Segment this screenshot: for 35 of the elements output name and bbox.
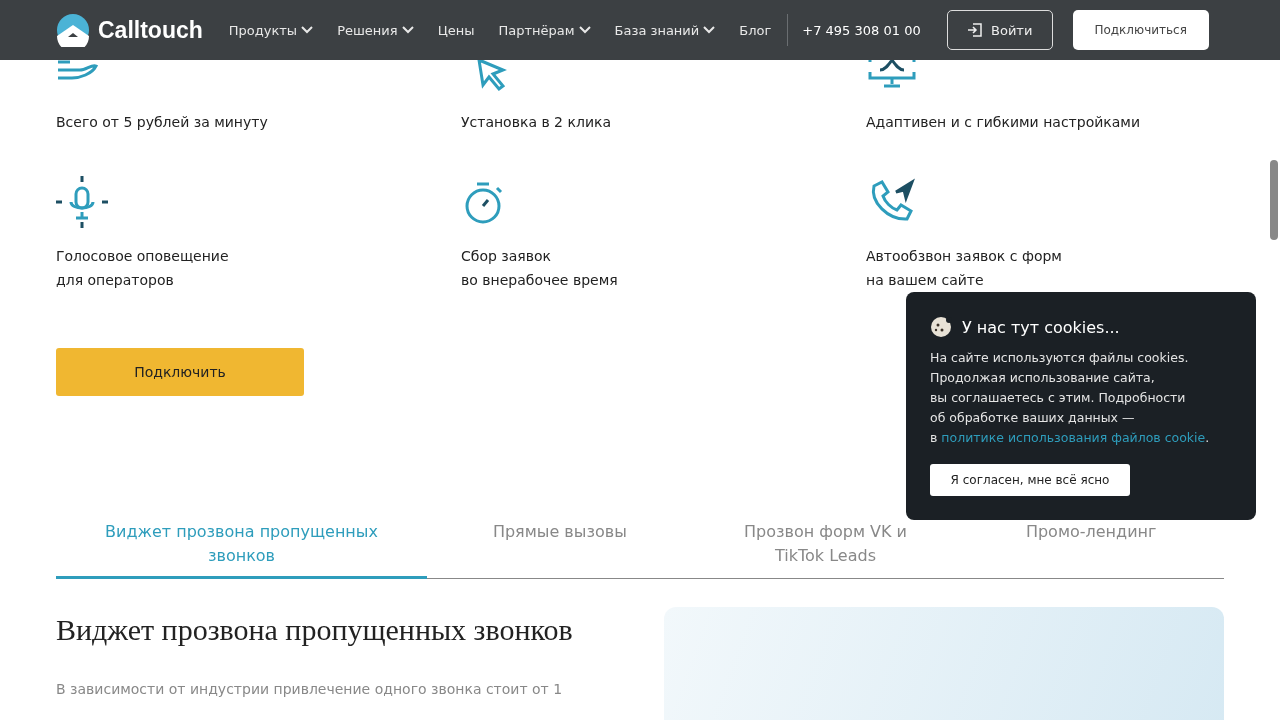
feature-text: Всего от 5 рублей за минуту	[56, 113, 269, 132]
feature-text: Сбор заявок во внерабочее время	[461, 247, 619, 290]
feature-text: Адаптивен и с гибкими настройками	[866, 113, 1141, 132]
feature-text: Установка в 2 клика	[461, 113, 612, 132]
feature-text: Автообзвон заявок с форм на вашем сайте	[866, 247, 1063, 290]
logo-text[interactable]: Calltouch	[98, 16, 203, 44]
chevron-down-icon	[301, 26, 314, 34]
nav-link[interactable]: Блог	[739, 22, 772, 38]
cookie-title: У нас тут cookies...	[962, 317, 1120, 337]
nav-link[interactable]: База знаний	[614, 22, 716, 38]
agree-button[interactable]: Я согласен, мне всё ясно	[930, 464, 1130, 496]
sign-in-icon	[967, 22, 983, 38]
connect-button[interactable]: Подключить	[56, 348, 304, 396]
connect-button[interactable]: Подключиться	[1072, 10, 1209, 50]
cookie-policy-link[interactable]: политике использования файлов cookie	[941, 430, 1206, 445]
section-text: В зависимости от индустрии привлечение одного звонка стоит от 1	[56, 681, 564, 697]
tab[interactable]: Прозвон форм VK и TikTok Leads	[692, 520, 959, 579]
phone-link[interactable]: +7 495 308 01 00	[802, 22, 921, 38]
chevron-down-icon	[401, 26, 414, 34]
scrollbar-thumb[interactable]	[1270, 160, 1278, 240]
chevron-down-icon	[578, 26, 591, 34]
cookie-icon	[930, 316, 952, 338]
cookie-text: На сайте используются файлы cookies. Продолжая использование сайта, вы соглашаетесь с этим. Подробности об обработке ваших данных — в политике использования файлов cookie.	[930, 349, 1211, 447]
login-button[interactable]: Войти	[946, 10, 1053, 50]
logo-icon	[56, 13, 90, 47]
nav-link[interactable]: Решения	[337, 22, 414, 38]
tab[interactable]: Прямые вызовы	[427, 520, 693, 579]
nav-link[interactable]: Продукты	[228, 22, 314, 38]
section-title: Виджет прозвона пропущенных звонков	[56, 613, 574, 647]
chevron-down-icon	[703, 26, 716, 34]
nav-link[interactable]: Цены	[437, 22, 475, 38]
feature-text: Голосовое оповещение для операторов	[56, 247, 230, 290]
microphone-icon	[56, 176, 108, 228]
tab[interactable]: Промо-лендинг	[958, 520, 1224, 579]
nav-link[interactable]: Партнёрам	[498, 22, 591, 38]
